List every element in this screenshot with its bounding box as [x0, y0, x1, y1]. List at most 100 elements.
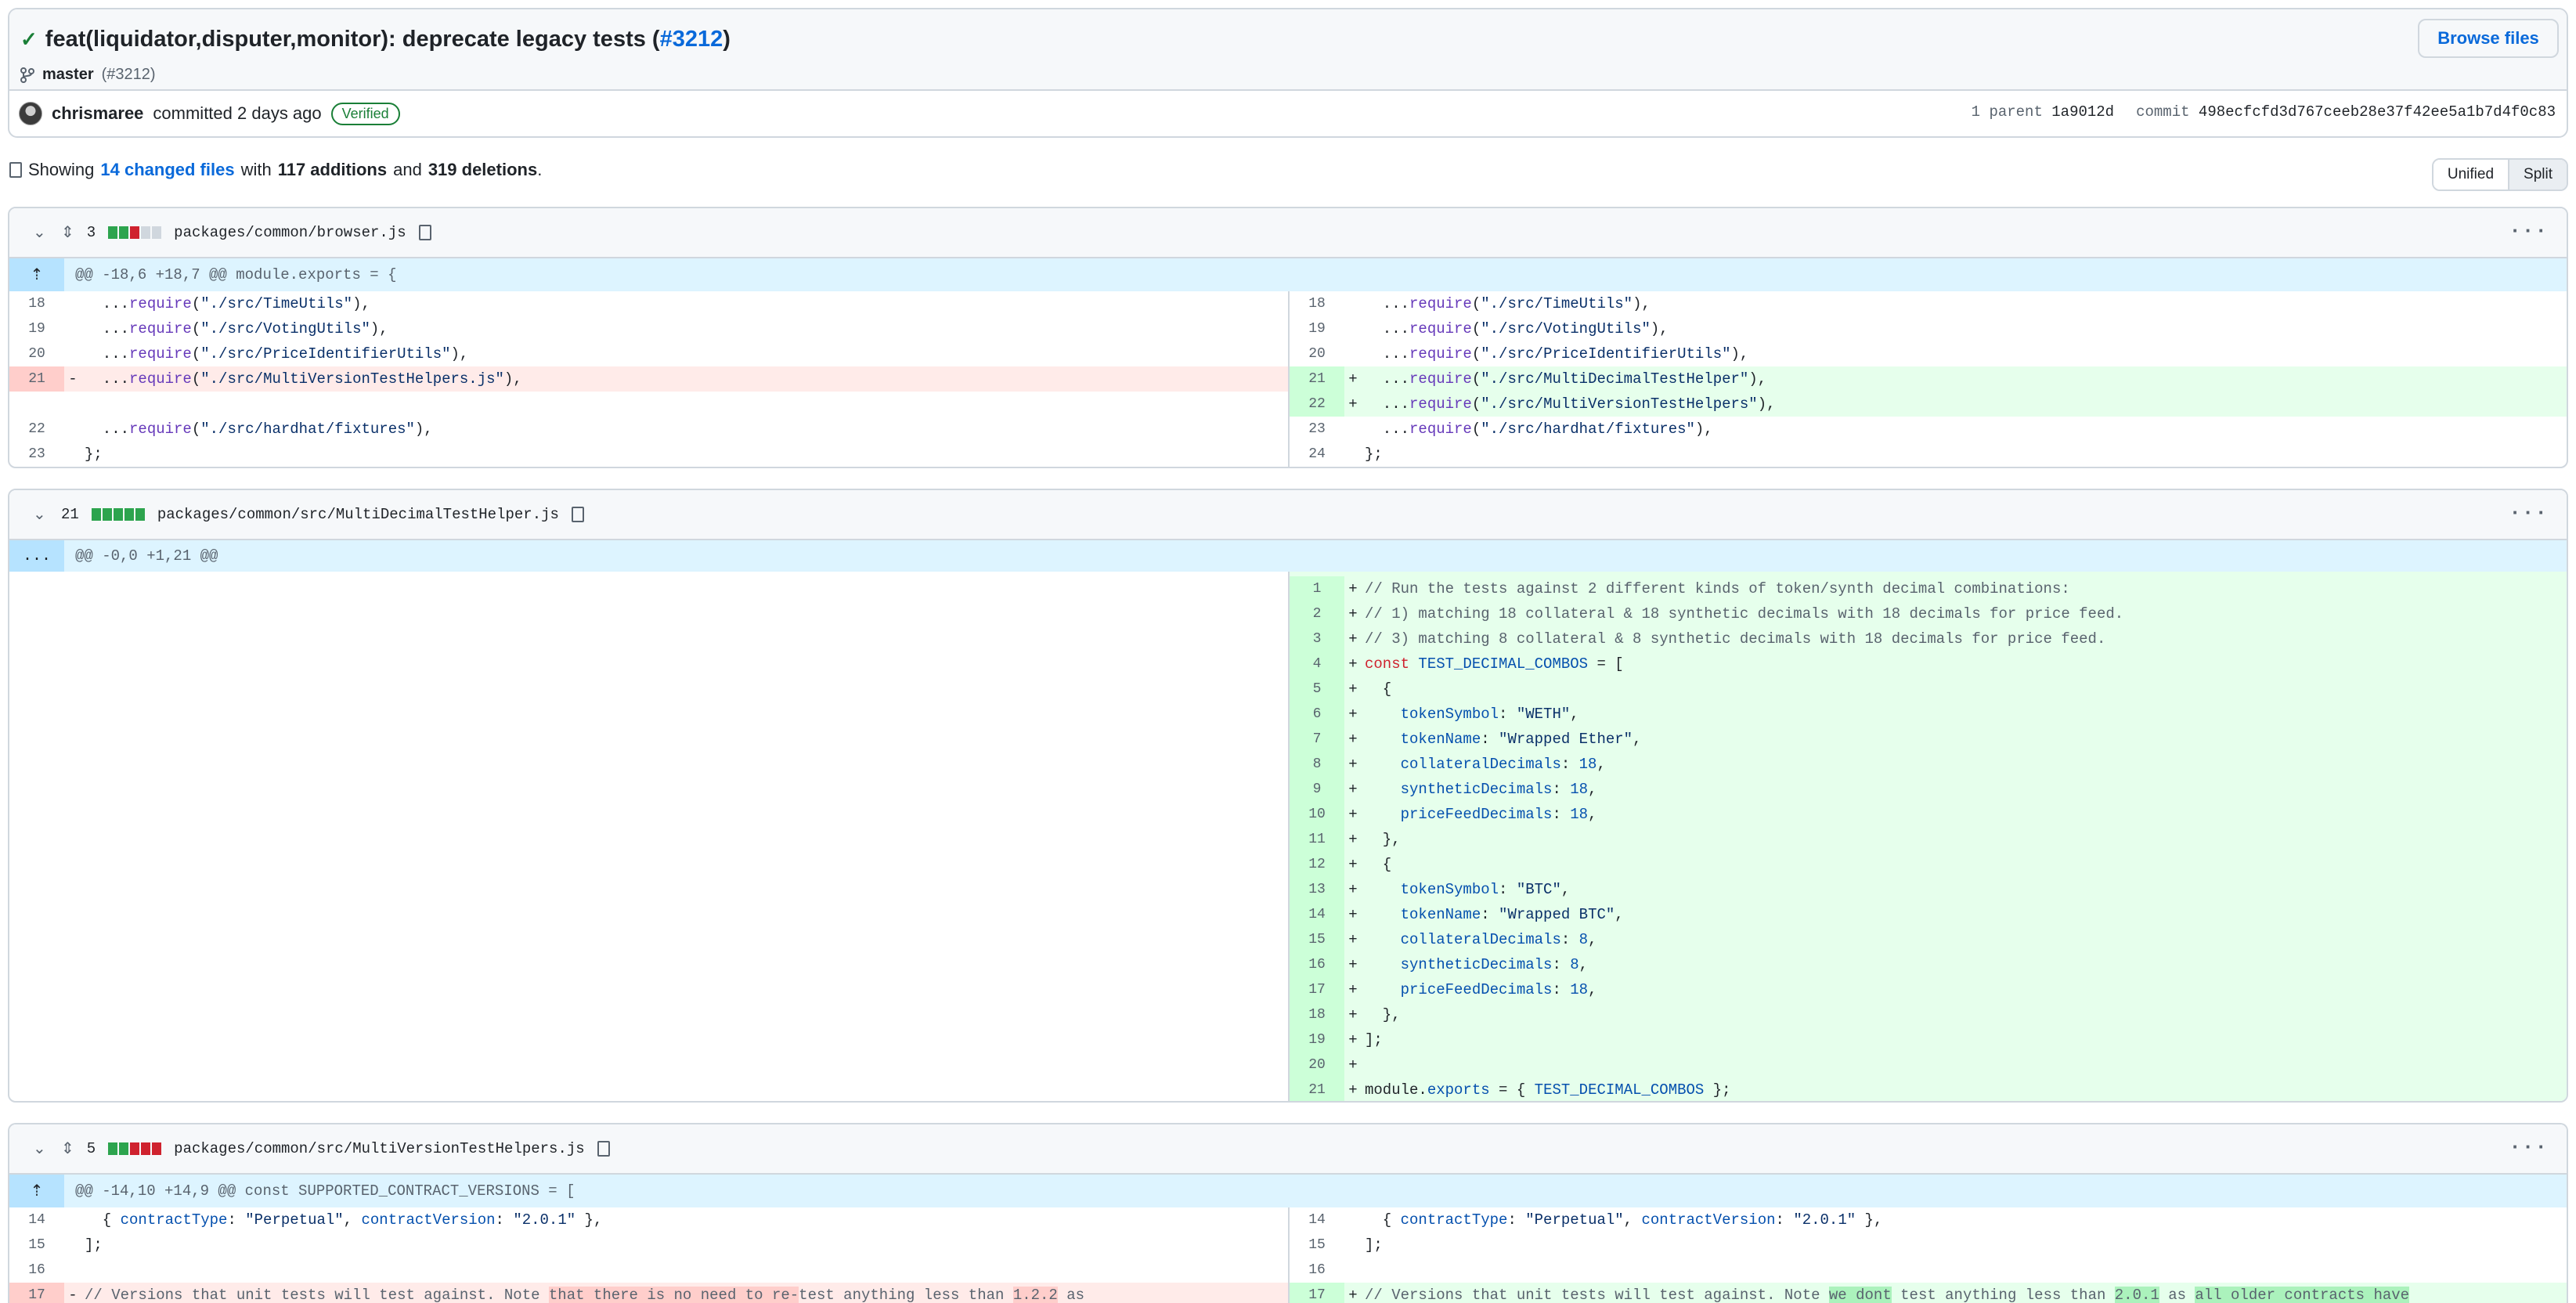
code-string: "Wrapped Ether": [1499, 731, 1633, 748]
parent-sha[interactable]: 1a9012d: [2051, 103, 2114, 121]
commit-header: ✓ feat(liquidator,disputer,monitor): dep…: [8, 8, 2568, 138]
line-number[interactable]: 8: [1290, 752, 1344, 777]
line-number[interactable]: 10: [1290, 802, 1344, 827]
branch-pr-ref[interactable]: (#3212): [102, 66, 156, 84]
chevron-down-icon[interactable]: ⌄: [33, 222, 49, 243]
code-string: "BTC": [1516, 881, 1561, 898]
line-number[interactable]: 18: [9, 291, 64, 316]
code-string: "Wrapped BTC": [1499, 906, 1615, 923]
pr-link[interactable]: #3212: [660, 27, 723, 52]
split-button[interactable]: Split: [2509, 160, 2567, 189]
code-key: collateralDecimals: [1400, 756, 1561, 773]
line-number[interactable]: 3: [1290, 626, 1344, 652]
file-header: ⌄ ⇕ 5 packages/common/src/MultiVersionTe…: [9, 1124, 2567, 1175]
line-number[interactable]: 6: [1290, 702, 1344, 727]
expand-all-icon[interactable]: ⇕: [61, 222, 74, 243]
line-number[interactable]: 4: [1290, 652, 1344, 677]
line-number[interactable]: 15: [9, 1233, 64, 1258]
code-text: ...: [85, 295, 130, 312]
line-number[interactable]: 14: [9, 1207, 64, 1233]
line-number[interactable]: 7: [1290, 727, 1344, 752]
line-number[interactable]: 11: [1290, 827, 1344, 852]
commit-title: ✓ feat(liquidator,disputer,monitor): dep…: [20, 27, 731, 52]
added-line: 7 + tokenName: "Wrapped Ether",: [1290, 727, 2567, 752]
summary-deletions: 319 deletions: [428, 160, 538, 179]
line-number[interactable]: 22: [9, 417, 64, 442]
copy-icon[interactable]: [418, 225, 431, 240]
line-number[interactable]: 19: [9, 316, 64, 341]
code-comment: // Run the tests against 2 different kin…: [1365, 580, 2070, 597]
line-number[interactable]: 15: [1290, 927, 1344, 952]
code-text: :: [1560, 756, 1579, 773]
browse-files-button[interactable]: Browse files: [2418, 19, 2559, 58]
verified-badge[interactable]: Verified: [330, 102, 400, 125]
line-number[interactable]: 20: [1290, 1052, 1344, 1077]
code-text: (: [1471, 370, 1481, 388]
line-number[interactable]: 12: [1290, 852, 1344, 877]
unified-button[interactable]: Unified: [2433, 160, 2510, 189]
expand-up-icon[interactable]: ⇡: [9, 258, 64, 291]
author-name[interactable]: chrismaree: [52, 103, 143, 124]
branch-name[interactable]: master: [42, 66, 94, 84]
line-number[interactable]: 23: [1290, 417, 1344, 442]
diff-line: 23 };: [9, 442, 1288, 467]
copy-icon[interactable]: [571, 507, 584, 522]
line-number[interactable]: 23: [9, 442, 64, 467]
code-text: ...: [1365, 420, 1410, 438]
file-name[interactable]: packages/common/browser.js: [174, 224, 406, 241]
code-text: ),: [1650, 320, 1669, 337]
code-text: };: [85, 446, 103, 463]
more-options-icon[interactable]: ···: [2509, 501, 2548, 525]
code-key: tokenSymbol: [1400, 706, 1499, 723]
commit-meta: 1 parent 1a9012d commit 498ecfcfd3d767ce…: [1972, 103, 2556, 121]
diff-line: 20 ...require("./src/PriceIdentifierUtil…: [9, 341, 1288, 366]
line-number[interactable]: 5: [1290, 677, 1344, 702]
code-text: {: [1365, 856, 1392, 873]
line-number[interactable]: 24: [1290, 442, 1344, 467]
changed-files-link[interactable]: 14 changed files: [100, 160, 234, 180]
expand-icon[interactable]: ...: [9, 540, 64, 572]
hunk-header: ⇡ @@ -18,6 +18,7 @@ module.exports = {: [9, 258, 2567, 291]
line-number[interactable]: 18: [1290, 291, 1344, 316]
line-number[interactable]: 14: [1290, 902, 1344, 927]
line-number[interactable]: 14: [1290, 1207, 1344, 1233]
code-text: = [: [1588, 655, 1624, 673]
line-number[interactable]: 18: [1290, 1002, 1344, 1027]
line-number[interactable]: 17: [1290, 1283, 1344, 1303]
line-number[interactable]: 21: [1290, 1077, 1344, 1101]
copy-icon[interactable]: [597, 1141, 610, 1157]
line-number[interactable]: 17: [9, 1283, 64, 1303]
left-pane: 18 ...require("./src/TimeUtils"), 19 ...…: [9, 291, 1288, 467]
code-fn: require: [129, 345, 192, 363]
line-number[interactable]: 2: [1290, 601, 1344, 626]
line-number[interactable]: 20: [1290, 341, 1344, 366]
chevron-down-icon[interactable]: ⌄: [33, 1139, 49, 1159]
line-number[interactable]: 19: [1290, 1027, 1344, 1052]
avatar[interactable]: [19, 102, 42, 125]
chevron-down-icon[interactable]: ⌄: [33, 504, 49, 525]
line-number[interactable]: 17: [1290, 977, 1344, 1002]
line-number[interactable]: 22: [1290, 392, 1344, 417]
line-number[interactable]: 13: [1290, 877, 1344, 902]
line-number[interactable]: 21: [9, 366, 64, 392]
more-options-icon[interactable]: ···: [2509, 219, 2548, 243]
expand-all-icon[interactable]: ⇕: [61, 1139, 74, 1159]
code-text: ];: [1365, 1031, 1383, 1049]
line-number[interactable]: 15: [1290, 1233, 1344, 1258]
code-text: ),: [1730, 345, 1749, 363]
added-line: 15 + collateralDecimals: 8,: [1290, 927, 2567, 952]
line-number[interactable]: 16: [1290, 1258, 1344, 1283]
line-number[interactable]: 1: [1290, 576, 1344, 601]
line-number[interactable]: 19: [1290, 316, 1344, 341]
file-name[interactable]: packages/common/src/MultiDecimalTestHelp…: [157, 506, 559, 523]
expand-up-icon[interactable]: ⇡: [9, 1175, 64, 1207]
line-number[interactable]: 20: [9, 341, 64, 366]
line-number[interactable]: 21: [1290, 366, 1344, 392]
line-number[interactable]: 16: [9, 1258, 64, 1283]
file-name[interactable]: packages/common/src/MultiVersionTestHelp…: [174, 1140, 585, 1157]
line-number[interactable]: 16: [1290, 952, 1344, 977]
more-options-icon[interactable]: ···: [2509, 1135, 2548, 1159]
line-number[interactable]: 9: [1290, 777, 1344, 802]
diff-summary: Showing 14 changed files with 117 additi…: [9, 160, 542, 180]
